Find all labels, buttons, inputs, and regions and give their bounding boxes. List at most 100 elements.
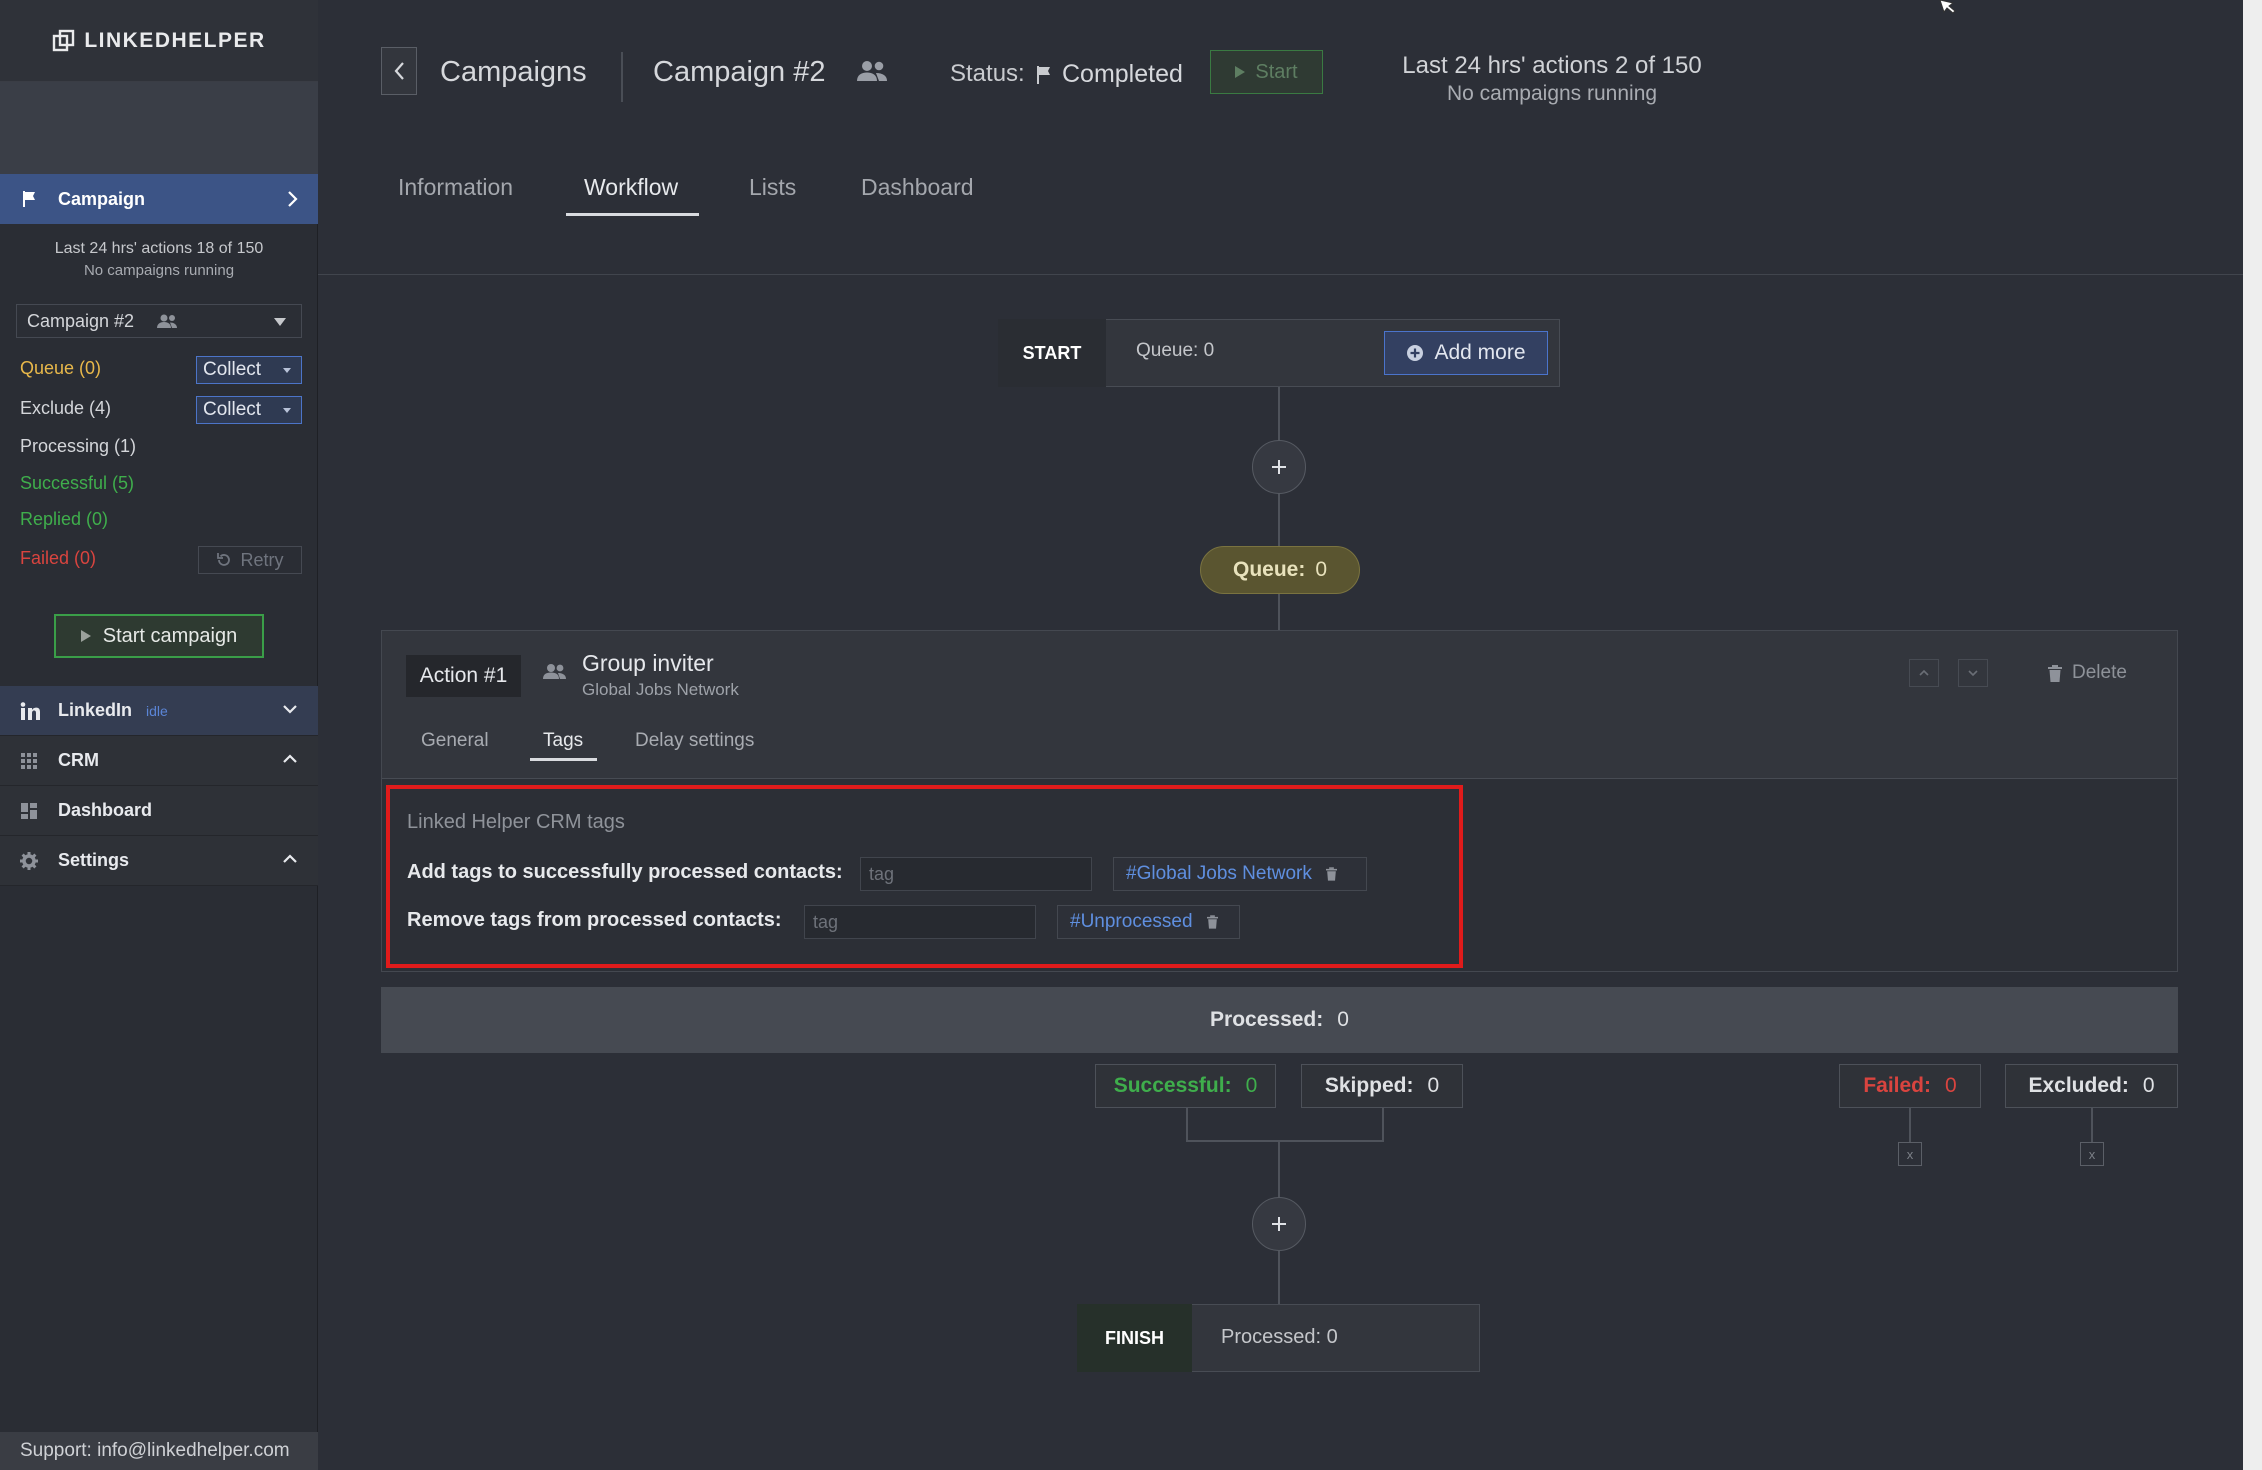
- collect-label: Collect: [203, 359, 262, 380]
- flag-icon: [23, 191, 35, 207]
- add-step-button[interactable]: [1252, 440, 1306, 494]
- subtab-general[interactable]: General: [421, 730, 489, 752]
- dashboard-icon: [21, 803, 37, 819]
- tab-dashboard[interactable]: Dashboard: [861, 174, 974, 201]
- queue-node[interactable]: Queue: 0: [1200, 546, 1360, 594]
- plus-icon: [1272, 460, 1286, 474]
- sidebar-item-settings[interactable]: Settings: [0, 836, 318, 886]
- failed-value: 0: [1945, 1074, 1957, 1097]
- sidebar-running-status: No campaigns running: [83, 262, 235, 279]
- successful-result[interactable]: Successful: 0: [1095, 1064, 1276, 1108]
- caret-down-icon: [283, 368, 291, 373]
- tab-information[interactable]: Information: [398, 174, 513, 201]
- back-arrow-icon: [394, 62, 404, 80]
- grid-icon: [21, 753, 37, 769]
- move-up-button[interactable]: [1909, 659, 1939, 687]
- highlight-box: [386, 785, 1463, 968]
- campaign-select[interactable]: Campaign #2: [16, 304, 302, 338]
- action-number: Action #1: [406, 655, 521, 697]
- chevron-right-icon: [288, 191, 298, 207]
- processed-label: Processed:: [1210, 1008, 1324, 1031]
- connector-line: [1382, 1108, 1384, 1142]
- app-logo[interactable]: LINKEDHELPER: [0, 0, 318, 82]
- sidebar-item-label: Settings: [58, 850, 130, 870]
- connector-line: [1278, 1142, 1280, 1198]
- replied-count[interactable]: Replied (0): [20, 509, 108, 530]
- sidebar-profile-area: [0, 82, 318, 174]
- sidebar-item-label: Campaign: [58, 188, 146, 209]
- breadcrumb-divider: [621, 52, 623, 102]
- chevron-up-icon: [283, 854, 297, 863]
- successful-count[interactable]: Successful (5): [20, 473, 134, 494]
- failed-result[interactable]: Failed: 0: [1839, 1064, 1981, 1108]
- finish-node-processed: Processed: 0: [1221, 1326, 1338, 1348]
- logo-text: LINKEDHELPER: [84, 28, 266, 52]
- connector-line: [1278, 594, 1280, 630]
- users-icon: [857, 61, 887, 81]
- skipped-result[interactable]: Skipped: 0: [1301, 1064, 1463, 1108]
- action-subtitle: Global Jobs Network: [582, 680, 739, 699]
- exclude-collect-dropdown[interactable]: Collect: [196, 396, 302, 424]
- excluded-value: 0: [2142, 1074, 2155, 1097]
- plus-icon: [1272, 1217, 1286, 1231]
- cursor-icon: [1939, 0, 1956, 14]
- start-node-queue: Queue: 0: [1136, 340, 1215, 361]
- tab-lists[interactable]: Lists: [749, 174, 796, 201]
- subtab-delay-settings[interactable]: Delay settings: [635, 730, 754, 752]
- connector-line: [1186, 1108, 1188, 1142]
- move-down-button[interactable]: [1958, 659, 1988, 687]
- sidebar-item-dashboard[interactable]: Dashboard: [0, 786, 318, 836]
- page-title: Campaign #2: [653, 56, 826, 88]
- back-button[interactable]: [381, 47, 417, 95]
- add-more-button[interactable]: Add more: [1384, 331, 1548, 375]
- action-title: Group inviter: [582, 650, 714, 676]
- retry-icon: [217, 553, 231, 566]
- add-more-label: Add more: [1434, 341, 1526, 364]
- sidebar-item-campaign[interactable]: Campaign: [0, 174, 318, 224]
- excluded-result[interactable]: Excluded: 0: [2005, 1064, 2178, 1108]
- gear-icon: [20, 852, 38, 870]
- queue-node-label: Queue:: [1232, 558, 1306, 581]
- header-running-status: No campaigns running: [1446, 82, 1658, 105]
- exclude-count[interactable]: Exclude (4): [20, 398, 111, 419]
- sidebar-item-linkedin[interactable]: LinkedIn idle: [0, 686, 318, 736]
- play-icon: [80, 630, 91, 642]
- sidebar-item-label: CRM: [58, 750, 99, 770]
- delete-label: Delete: [2072, 662, 2127, 683]
- successful-label: Successful:: [1113, 1074, 1232, 1097]
- support-contact[interactable]: Support: info@linkedhelper.com: [0, 1432, 318, 1470]
- excluded-end-marker: x: [2080, 1142, 2104, 1166]
- delete-action-button[interactable]: Delete: [2048, 662, 2127, 684]
- linkedin-icon: [20, 702, 40, 720]
- breadcrumb-campaigns[interactable]: Campaigns: [440, 56, 587, 89]
- excluded-label: Excluded:: [2028, 1074, 2129, 1097]
- connector-line: [1278, 493, 1280, 547]
- connector-line: [1909, 1108, 1911, 1143]
- sidebar-item-label: Dashboard: [58, 800, 153, 820]
- status-label: Status:: [950, 60, 1025, 87]
- start-campaign-button[interactable]: Start campaign: [54, 614, 264, 658]
- play-icon: [1235, 66, 1246, 78]
- subtab-tags[interactable]: Tags: [543, 730, 583, 752]
- queue-collect-dropdown[interactable]: Collect: [196, 356, 302, 384]
- processed-bar: Processed: 0: [381, 987, 2178, 1053]
- linkedin-status-badge: idle: [146, 702, 168, 719]
- start-campaign-label: Start campaign: [102, 624, 238, 647]
- skipped-value: 0: [1427, 1074, 1440, 1097]
- caret-down-icon: [274, 318, 286, 326]
- sidebar-actions-count: Last 24 hrs' actions 18 of 150: [54, 240, 264, 257]
- campaign-select-value: Campaign #2: [27, 310, 135, 331]
- flag-icon: [1037, 65, 1050, 84]
- start-button[interactable]: Start: [1210, 50, 1323, 94]
- queue-count[interactable]: Queue (0): [20, 358, 101, 379]
- x-icon: x: [1906, 1146, 1914, 1162]
- failed-count[interactable]: Failed (0): [20, 548, 96, 569]
- successful-value: 0: [1245, 1074, 1258, 1097]
- add-step-button[interactable]: [1252, 1197, 1306, 1251]
- retry-button[interactable]: Retry: [198, 546, 302, 574]
- tab-workflow[interactable]: Workflow: [584, 174, 678, 201]
- retry-label: Retry: [240, 549, 284, 570]
- processing-count[interactable]: Processing (1): [20, 436, 136, 457]
- header-actions-count: Last 24 hrs' actions 2 of 150: [1402, 52, 1702, 79]
- sidebar-item-crm[interactable]: CRM: [0, 736, 318, 786]
